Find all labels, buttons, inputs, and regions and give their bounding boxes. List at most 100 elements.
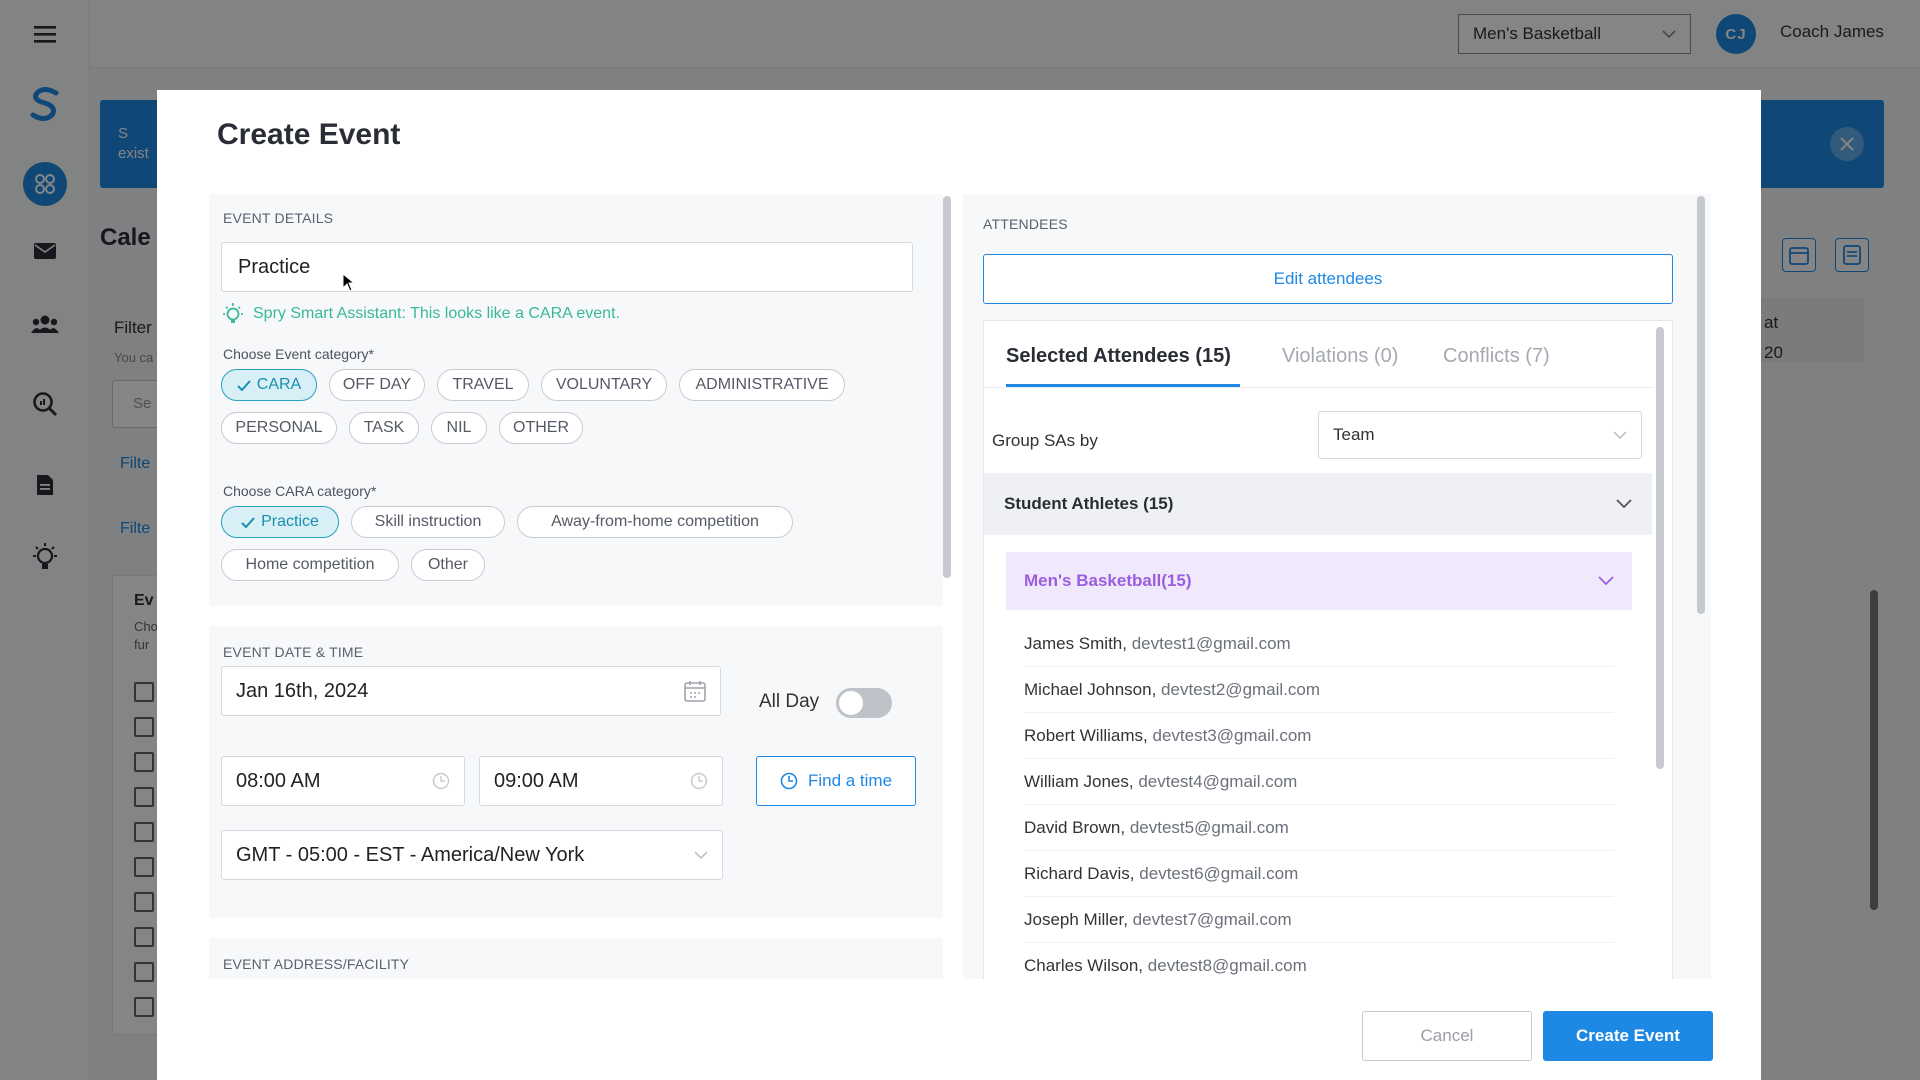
find-a-time-label: Find a time xyxy=(807,771,893,790)
smart-assistant-text: Spry Smart Assistant: This looks like a … xyxy=(253,305,620,322)
tab-violations[interactable]: Violations (0) xyxy=(1282,345,1398,368)
check-icon xyxy=(237,379,251,391)
athlete-name: Robert Williams, xyxy=(1024,725,1148,745)
category-chip-travel[interactable]: TRAVEL xyxy=(437,369,529,401)
athlete-name: James Smith, xyxy=(1024,633,1127,653)
attendees-scrollbar[interactable] xyxy=(1656,327,1664,769)
chip-label: Other xyxy=(427,556,468,573)
mouse-cursor-icon xyxy=(342,272,356,298)
cara-chip-practice[interactable]: Practice xyxy=(221,506,339,538)
athlete-email: devtest6@gmail.com xyxy=(1139,863,1299,883)
cara-category-label: Choose CARA category* xyxy=(223,483,377,499)
attendees-section-scrollbar[interactable] xyxy=(1697,196,1705,614)
lightbulb-icon xyxy=(223,303,243,323)
group-by-select[interactable]: Team xyxy=(1318,411,1642,459)
date-input[interactable]: Jan 16th, 2024 xyxy=(221,666,721,716)
event-details-section: EVENT DETAILS Practice Spry Smart Assist… xyxy=(209,194,943,606)
athlete-name: Joseph Miller, xyxy=(1024,909,1128,929)
clock-icon xyxy=(432,772,450,790)
list-item: David Brown, devtest5@gmail.com xyxy=(1024,805,1614,851)
chip-label: PERSONAL xyxy=(235,419,323,436)
athlete-email: devtest3@gmail.com xyxy=(1152,725,1312,745)
team-group-header[interactable]: Men's Basketball(15) xyxy=(1006,552,1632,610)
chip-label: NIL xyxy=(446,419,472,436)
create-event-button[interactable]: Create Event xyxy=(1543,1011,1713,1061)
list-item: Charles Wilson, devtest8@gmail.com xyxy=(1024,943,1614,979)
athlete-email: devtest2@gmail.com xyxy=(1161,679,1321,699)
list-item: Robert Williams, devtest3@gmail.com xyxy=(1024,713,1614,759)
list-item: Richard Davis, devtest6@gmail.com xyxy=(1024,851,1614,897)
event-address-section: EVENT ADDRESS/FACILITY xyxy=(209,938,943,979)
modal-title: Create Event xyxy=(217,118,401,151)
attendees-section: ATTENDEES Edit attendees Selected Attend… xyxy=(963,194,1711,979)
edit-attendees-button[interactable]: Edit attendees xyxy=(983,254,1673,304)
section-label: EVENT DETAILS xyxy=(223,210,334,226)
athlete-email: devtest1@gmail.com xyxy=(1131,633,1291,653)
athlete-email: devtest8@gmail.com xyxy=(1147,955,1307,975)
category-chip-voluntary[interactable]: VOLUNTARY xyxy=(541,369,667,401)
attendees-panel: Selected Attendees (15) Violations (0) C… xyxy=(983,320,1673,979)
timezone-value: GMT - 05:00 - EST - America/New York xyxy=(236,843,585,866)
team-group-label: Men's Basketball(15) xyxy=(1024,571,1192,590)
category-chip-personal[interactable]: PERSONAL xyxy=(221,412,337,444)
student-athletes-label: Student Athletes (15) xyxy=(1004,494,1174,513)
tab-selected-attendees[interactable]: Selected Attendees (15) xyxy=(1006,345,1231,368)
chip-label: TRAVEL xyxy=(452,376,514,393)
cara-chip-other[interactable]: Other xyxy=(411,549,485,581)
event-category-label: Choose Event category* xyxy=(223,346,374,362)
list-item: William Jones, devtest4@gmail.com xyxy=(1024,759,1614,805)
cara-chip-away-competition[interactable]: Away-from-home competition xyxy=(517,506,793,538)
group-by-value: Team xyxy=(1333,425,1375,444)
category-chip-cara[interactable]: CARA xyxy=(221,369,317,401)
cancel-button[interactable]: Cancel xyxy=(1362,1011,1532,1061)
section-label: EVENT ADDRESS/FACILITY xyxy=(223,956,410,972)
cara-chip-skill-instruction[interactable]: Skill instruction xyxy=(351,506,505,538)
all-day-label: All Day xyxy=(759,691,820,712)
athlete-email: devtest7@gmail.com xyxy=(1132,909,1292,929)
category-chip-other[interactable]: OTHER xyxy=(499,412,583,444)
category-chip-task[interactable]: TASK xyxy=(349,412,419,444)
chevron-down-icon xyxy=(1598,571,1614,591)
calendar-icon[interactable] xyxy=(684,680,706,702)
chevron-down-icon xyxy=(1613,425,1627,445)
chip-label: TASK xyxy=(363,419,405,436)
event-date-time-section: EVENT DATE & TIME Jan 16th, 2024 All Day… xyxy=(209,626,943,918)
athlete-name: David Brown, xyxy=(1024,817,1126,837)
list-item: James Smith, devtest1@gmail.com xyxy=(1024,621,1614,667)
section-label: ATTENDEES xyxy=(983,216,1068,232)
chip-label: Practice xyxy=(261,513,319,530)
form-scrollbar[interactable] xyxy=(943,196,951,578)
event-title-input[interactable]: Practice xyxy=(221,242,913,292)
timezone-select[interactable]: GMT - 05:00 - EST - America/New York xyxy=(221,830,723,880)
student-athletes-header[interactable]: Student Athletes (15) xyxy=(984,473,1652,535)
chevron-down-icon xyxy=(694,850,708,860)
date-value: Jan 16th, 2024 xyxy=(236,679,369,702)
list-item: Joseph Miller, devtest7@gmail.com xyxy=(1024,897,1614,943)
chip-label: OFF DAY xyxy=(342,376,412,393)
event-form-column: EVENT DETAILS Practice Spry Smart Assist… xyxy=(209,194,943,979)
group-by-label: Group SAs by xyxy=(992,431,1098,450)
category-chip-administrative[interactable]: ADMINISTRATIVE xyxy=(679,369,845,401)
athlete-email: devtest5@gmail.com xyxy=(1129,817,1289,837)
category-chip-off-day[interactable]: OFF DAY xyxy=(329,369,425,401)
end-time-value: 09:00 AM xyxy=(494,769,579,792)
athlete-name: William Jones, xyxy=(1024,771,1134,791)
chip-label: CARA xyxy=(256,376,302,393)
check-icon xyxy=(241,516,255,528)
clock-icon xyxy=(780,772,798,790)
chip-label: Home competition xyxy=(245,556,375,573)
athlete-email: devtest4@gmail.com xyxy=(1138,771,1298,791)
clock-icon xyxy=(690,772,708,790)
active-tab-indicator xyxy=(1006,384,1240,387)
cara-chip-home-competition[interactable]: Home competition xyxy=(221,549,399,581)
toggle-knob xyxy=(839,691,863,715)
end-time-input[interactable]: 09:00 AM xyxy=(479,756,723,806)
chip-label: ADMINISTRATIVE xyxy=(695,376,829,393)
tab-conflicts[interactable]: Conflicts (7) xyxy=(1443,345,1550,368)
start-time-input[interactable]: 08:00 AM xyxy=(221,756,465,806)
smart-assistant-hint: Spry Smart Assistant: This looks like a … xyxy=(221,302,620,326)
all-day-toggle[interactable] xyxy=(836,688,892,718)
find-a-time-button[interactable]: Find a time xyxy=(756,756,916,806)
category-chip-nil[interactable]: NIL xyxy=(431,412,487,444)
chip-label: OTHER xyxy=(513,419,569,436)
